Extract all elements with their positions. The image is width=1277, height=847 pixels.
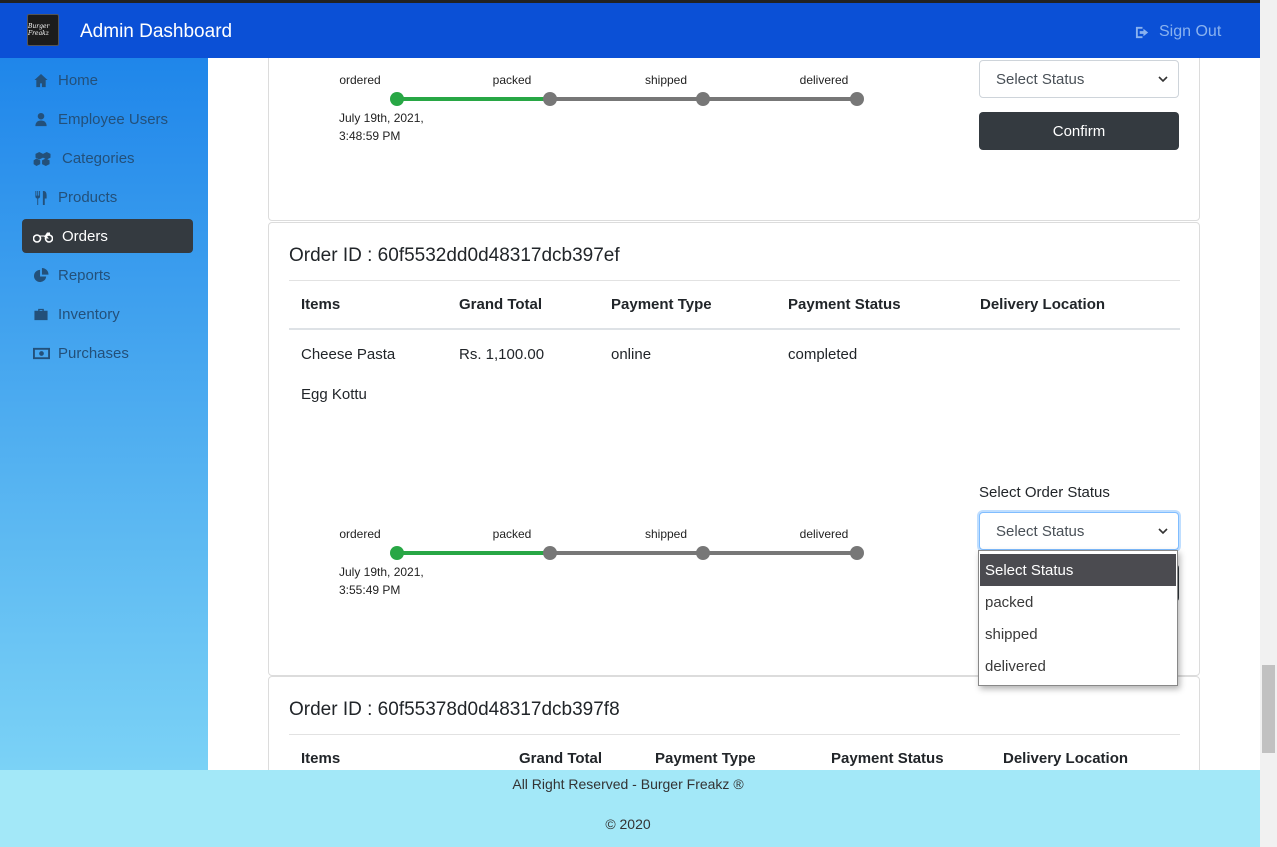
sidebar-item-label: Home — [58, 71, 99, 89]
sidebar-item-reports[interactable]: Reports — [22, 258, 193, 292]
timestamp-date: July 19th, 2021, — [339, 111, 424, 125]
column-header-items: Items — [301, 750, 341, 767]
column-header-items: Items — [301, 296, 341, 313]
order-id-title: Order ID : 60f5532dd0d48317dcb397ef — [289, 245, 620, 266]
column-header-delivery-location: Delivery Location — [1003, 750, 1129, 767]
sidebar-item-label: Inventory — [58, 305, 120, 323]
status-dropdown-list[interactable]: Select Status packed shipped delivered — [978, 550, 1178, 686]
divider — [289, 734, 1180, 735]
order-status-select[interactable]: Select Status — [979, 60, 1179, 98]
progress-segment-done — [397, 97, 550, 101]
cubes-icon — [32, 150, 54, 166]
sidebar-item-categories[interactable]: Categories — [22, 141, 193, 175]
order-id-title: Order ID : 60f55378d0d48317dcb397f8 — [289, 699, 620, 720]
step-label-delivered: delivered — [799, 73, 849, 87]
dropdown-option-delivered[interactable]: delivered — [979, 650, 1177, 682]
step-label-packed: packed — [492, 73, 532, 87]
order-timestamp: July 19th, 2021, 3:55:49 PM — [339, 563, 424, 599]
step-dot-shipped — [696, 92, 710, 106]
logo-text: Burger Freakz — [28, 23, 50, 37]
pie-chart-icon — [32, 267, 50, 283]
brand-logo[interactable]: Burger Freakz — [27, 14, 59, 46]
dropdown-option-packed[interactable]: packed — [979, 586, 1177, 618]
briefcase-icon — [32, 306, 50, 322]
grand-total-value: Rs. 1,100.00 — [459, 346, 545, 363]
step-dot-delivered — [850, 92, 864, 106]
step-dot-packed — [543, 546, 557, 560]
money-bill-icon — [32, 345, 50, 361]
confirm-button[interactable]: Confirm — [979, 112, 1179, 150]
user-icon — [32, 111, 50, 127]
motorcycle-icon — [32, 228, 54, 244]
column-header-payment-status: Payment Status — [788, 296, 901, 313]
payment-status-value: completed — [788, 346, 858, 363]
sidebar-item-products[interactable]: Products — [22, 180, 193, 214]
home-icon — [32, 72, 50, 88]
step-dot-shipped — [696, 546, 710, 560]
order-card-previous: ordered packed shipped delivered July 19… — [268, 58, 1200, 221]
timestamp-date: July 19th, 2021, — [339, 565, 424, 579]
dropdown-option-select-status[interactable]: Select Status — [980, 554, 1176, 586]
sidebar-item-label: Categories — [62, 149, 135, 167]
order-status-select[interactable]: Select Status — [979, 512, 1179, 550]
step-dot-delivered — [850, 546, 864, 560]
step-label-delivered: delivered — [799, 527, 849, 541]
page-title: Admin Dashboard — [80, 21, 233, 42]
order-card-next: Order ID : 60f55378d0d48317dcb397f8 Item… — [268, 676, 1200, 770]
top-navbar: Burger Freakz Admin Dashboard Sign Out — [0, 0, 1260, 58]
column-header-payment-status: Payment Status — [831, 750, 944, 767]
payment-type-value: online — [611, 346, 652, 363]
column-header-grand-total: Grand Total — [459, 296, 543, 313]
footer-copyright-text: All Right Reserved - Burger Freakz ® — [512, 776, 744, 792]
column-header-payment-type: Payment Type — [611, 296, 712, 313]
order-status-label: Select Order Status — [979, 484, 1110, 501]
order-item: Egg Kottu — [301, 386, 367, 403]
scrollbar-thumb[interactable] — [1262, 665, 1275, 753]
sidebar-item-label: Purchases — [58, 344, 129, 362]
sidebar-item-home[interactable]: Home — [22, 63, 193, 97]
timestamp-time: 3:48:59 PM — [339, 129, 401, 143]
sign-out-icon — [1135, 26, 1149, 38]
sidebar-item-employee-users[interactable]: Employee Users — [22, 102, 193, 136]
sign-out-label: Sign Out — [1159, 23, 1222, 40]
utensils-icon — [32, 189, 50, 205]
sidebar-item-label: Products — [58, 188, 118, 206]
dropdown-option-shipped[interactable]: shipped — [979, 618, 1177, 650]
column-header-payment-type: Payment Type — [655, 750, 756, 767]
step-dot-packed — [543, 92, 557, 106]
chevron-down-icon — [1158, 528, 1168, 535]
footer-year: © 2020 — [605, 816, 651, 832]
select-value: Select Status — [996, 522, 1085, 540]
sidebar-item-inventory[interactable]: Inventory — [22, 297, 193, 331]
step-label-packed: packed — [492, 527, 532, 541]
select-value: Select Status — [996, 70, 1085, 88]
timestamp-time: 3:55:49 PM — [339, 583, 401, 597]
sidebar-item-label: Reports — [58, 266, 111, 284]
step-label-shipped: shipped — [644, 73, 688, 87]
step-label-shipped: shipped — [644, 527, 688, 541]
progress-segment-done — [397, 551, 550, 555]
divider — [289, 280, 1180, 281]
page-scrollbar[interactable] — [1260, 0, 1277, 847]
sign-out-button[interactable]: Sign Out — [1135, 23, 1221, 41]
order-item: Cheese Pasta — [301, 346, 396, 363]
step-dot-ordered — [390, 92, 404, 106]
table-header-divider — [289, 328, 1180, 330]
chevron-down-icon — [1158, 76, 1168, 83]
footer: All Right Reserved - Burger Freakz ® © 2… — [0, 770, 1260, 847]
sidebar: Home Employee Users Categories Products … — [0, 58, 208, 770]
step-label-ordered: ordered — [339, 73, 381, 87]
step-label-ordered: ordered — [339, 527, 381, 541]
sidebar-item-orders[interactable]: Orders — [22, 219, 193, 253]
sidebar-item-label: Orders — [62, 227, 108, 245]
order-timestamp: July 19th, 2021, 3:48:59 PM — [339, 109, 424, 145]
sidebar-item-label: Employee Users — [58, 110, 169, 128]
column-header-grand-total: Grand Total — [519, 750, 603, 767]
sidebar-item-purchases[interactable]: Purchases — [22, 336, 193, 370]
column-header-delivery-location: Delivery Location — [980, 296, 1106, 313]
step-dot-ordered — [390, 546, 404, 560]
